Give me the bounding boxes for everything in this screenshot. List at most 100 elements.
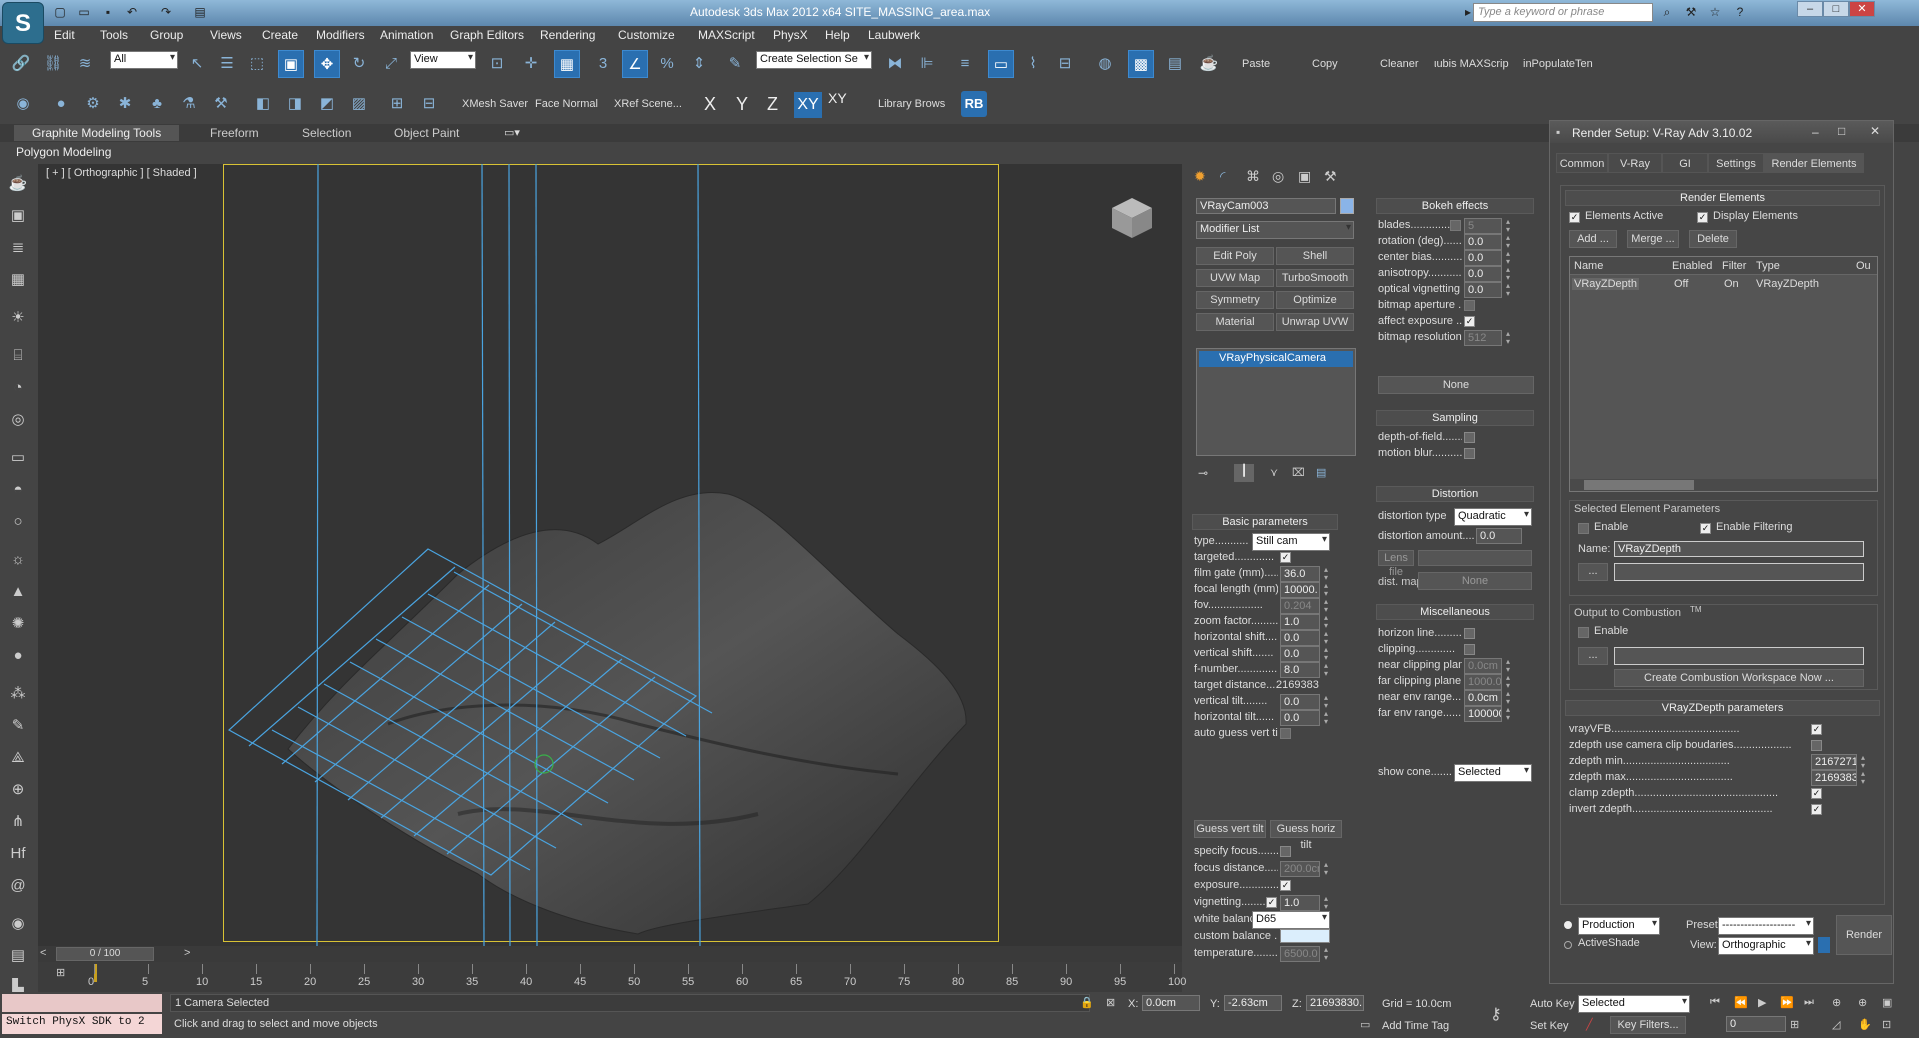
param-value-field[interactable]: 10000. [1280, 582, 1320, 598]
film-icon[interactable]: ◎ [6, 408, 30, 432]
ies-icon[interactable]: ☼ [6, 548, 30, 572]
basic-parameters-header[interactable]: Basic parameters [1192, 514, 1338, 530]
zdepth-parameters-header[interactable]: VRayZDepth parameters [1565, 700, 1880, 716]
named-selection-dropdown[interactable]: Create Selection Se [756, 51, 872, 69]
reference-coordinate-dropdown[interactable]: View [410, 51, 476, 69]
menu-laubwerk[interactable]: Laubwerk [868, 28, 920, 42]
link-icon[interactable]: 🔗 [8, 50, 34, 78]
grid-icon[interactable]: ▤ [6, 944, 30, 968]
selection-set-dropdown[interactable]: Selected [1578, 995, 1690, 1013]
rectangular-selection-icon[interactable]: ⬚ [244, 50, 270, 78]
selection-filter-dropdown[interactable]: All [110, 51, 178, 69]
select-scale-icon[interactable]: ⤢ [378, 50, 404, 78]
tab-common[interactable]: Common [1556, 153, 1608, 173]
menu-views[interactable]: Views [210, 28, 242, 42]
modify-tab-icon[interactable]: ◜ [1220, 168, 1225, 185]
guess-horiz-tilt-button[interactable]: Guess horiz tilt [1270, 820, 1342, 851]
tab-settings[interactable]: Settings [1708, 153, 1764, 173]
param-checkbox[interactable]: ✓ [1811, 804, 1822, 815]
time-slider[interactable]: < 0 / 100 > [38, 946, 1182, 962]
time-tag-icon[interactable]: ▭ [1360, 1018, 1370, 1031]
combustion-path-field[interactable] [1614, 647, 1864, 665]
spinner-arrows-icon[interactable]: ▴ ▾ [1504, 218, 1512, 234]
rsd-close-icon[interactable]: ✕ [1870, 124, 1880, 138]
angle-snap-icon[interactable]: ∠ [622, 50, 648, 78]
populate-button[interactable]: inPopulateTen [1523, 58, 1593, 70]
xmesh-saver-button[interactable]: XMesh Saver [462, 98, 528, 110]
hierarchy-tab-icon[interactable]: ⌘ [1246, 168, 1260, 185]
add-element-button[interactable]: Add ... [1569, 230, 1617, 248]
library-browser-button[interactable]: Library Brows [878, 98, 945, 110]
spinner-arrows-icon[interactable]: ▴ ▾ [1504, 234, 1512, 250]
param-checkbox[interactable] [1450, 220, 1461, 231]
spinner-arrows-icon[interactable]: ▴ ▾ [1504, 266, 1512, 282]
sun-icon[interactable]: ✺ [6, 612, 30, 636]
enable-checkbox[interactable] [1578, 523, 1589, 534]
param-value-field[interactable]: 8.0 [1280, 662, 1320, 678]
tab-object-paint[interactable]: Object Paint [376, 125, 477, 141]
rsd-maximize-icon[interactable]: □ [1838, 124, 1845, 138]
param-checkbox[interactable] [1464, 448, 1475, 459]
axis-xy-cycle-button[interactable]: XY [828, 90, 847, 106]
activeshade-radio[interactable] [1564, 941, 1572, 949]
cone-icon[interactable]: ▲ [6, 580, 30, 604]
param-value-field[interactable]: 512 [1464, 330, 1502, 346]
rsd-minimize-icon[interactable]: – [1812, 125, 1819, 139]
viewcube-icon[interactable] [1112, 198, 1152, 238]
time-prev-icon[interactable]: < [40, 947, 46, 959]
uvw-map-button[interactable]: UVW Map [1196, 269, 1274, 287]
new-file-icon[interactable]: ▢ [50, 3, 70, 21]
y-coordinate-field[interactable]: -2.63cm [1224, 995, 1282, 1011]
material-button[interactable]: Material [1196, 313, 1274, 331]
key-filters-button[interactable]: Key Filters... [1610, 1016, 1686, 1034]
modifier-stack[interactable]: VRayPhysicalCamera [1196, 348, 1356, 456]
utilities-tab-icon[interactable]: ⚒ [1324, 168, 1337, 185]
maximize-button[interactable]: □ [1823, 1, 1849, 17]
zoom-extents-icon[interactable]: ▣ [1882, 996, 1892, 1009]
lock-view-icon[interactable] [1818, 937, 1830, 953]
custom-balance-swatch[interactable] [1280, 929, 1330, 943]
sphere-light-icon[interactable]: ○ [6, 510, 30, 534]
tab-freeform[interactable]: Freeform [192, 125, 277, 141]
miscellaneous-header[interactable]: Miscellaneous [1376, 604, 1534, 620]
create-combustion-workspace-button[interactable]: Create Combustion Workspace Now ... [1614, 669, 1864, 687]
select-manipulate-icon[interactable]: ✛ [518, 50, 544, 78]
sampling-header[interactable]: Sampling [1376, 410, 1534, 426]
menu-group[interactable]: Group [150, 28, 183, 42]
graphite-toggle-icon[interactable]: ▭ [988, 50, 1014, 78]
app-logo-icon[interactable]: S [2, 2, 44, 44]
param-checkbox[interactable]: ✓ [1811, 788, 1822, 799]
param-value-field[interactable]: 6500.0 [1280, 946, 1320, 962]
copy-button[interactable]: Copy [1312, 58, 1338, 70]
tab-graphite-modeling[interactable]: Graphite Modeling Tools [14, 125, 180, 141]
menu-physx[interactable]: PhysX [773, 28, 808, 42]
spinner-arrows-icon[interactable]: ▴ ▾ [1504, 250, 1512, 266]
param-value-field[interactable]: 21672710. [1811, 754, 1857, 770]
selection-lock-icon[interactable]: 🔒 [1080, 996, 1094, 1009]
render-elements-header[interactable]: Render Elements [1565, 190, 1880, 206]
select-by-name-icon[interactable]: ☰ [214, 50, 240, 78]
scrollbar-thumb[interactable] [1584, 480, 1694, 490]
unlink-icon[interactable]: ⛓ [40, 50, 66, 78]
param-value-field[interactable]: 0.0 [1280, 710, 1320, 726]
param-value-field[interactable]: 0.0 [1280, 630, 1320, 646]
zoom-all-icon[interactable]: ⊕ [1858, 996, 1867, 1009]
spinner-snap-icon[interactable]: ⇕ [686, 50, 712, 78]
auto-key-button[interactable]: Auto Key [1530, 998, 1575, 1010]
align-icon[interactable]: ⊫ [914, 50, 940, 78]
dist-map-none-button[interactable]: None [1418, 572, 1532, 590]
plane-icon[interactable]: ▭ [6, 446, 30, 470]
param-checkbox[interactable] [1464, 628, 1475, 639]
stack-item[interactable]: VRayPhysicalCamera [1199, 351, 1353, 367]
distortion-header[interactable]: Distortion [1376, 486, 1534, 502]
col-type[interactable]: Type [1756, 260, 1780, 272]
render-button[interactable]: Render [1836, 915, 1892, 955]
spinner-arrows-icon[interactable]: ▴ ▾ [1322, 895, 1330, 911]
zoom-icon[interactable]: ⊕ [1832, 996, 1841, 1009]
render-setup-titlebar[interactable]: ▪ Render Setup: V-Ray Adv 3.10.02 – □ ✕ [1550, 121, 1893, 143]
edit-poly-button[interactable]: Edit Poly [1196, 247, 1274, 265]
time-next-icon[interactable]: > [184, 947, 190, 959]
spiral-icon[interactable]: @ [6, 874, 30, 898]
schematic-view-icon[interactable]: ⊟ [1052, 50, 1078, 78]
display-tab-icon[interactable]: ▣ [1298, 168, 1311, 185]
